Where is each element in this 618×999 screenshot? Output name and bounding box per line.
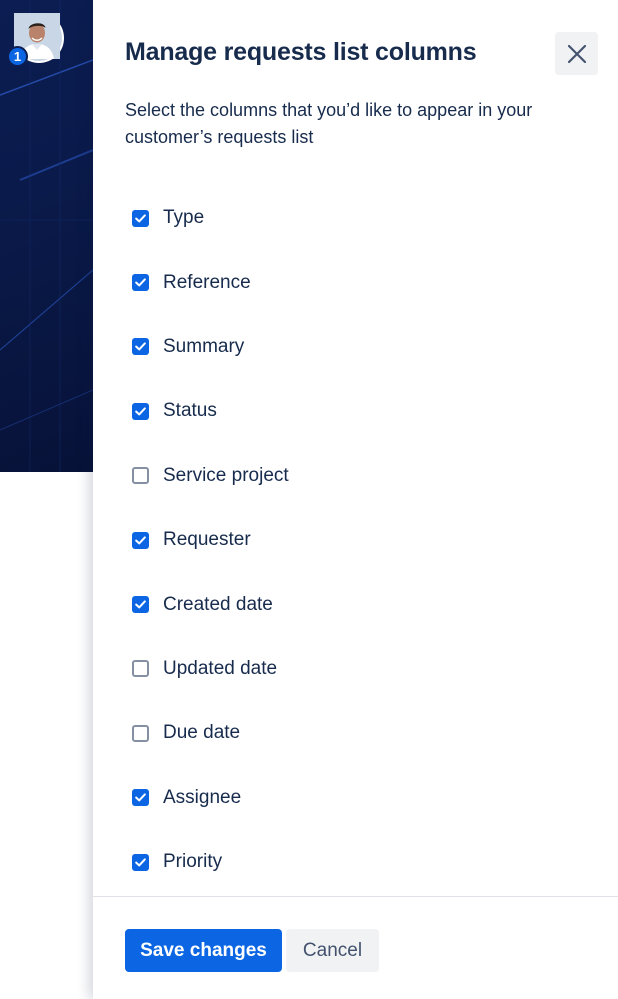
save-changes-button[interactable]: Save changes <box>125 929 282 972</box>
checkmark-icon <box>135 600 146 609</box>
column-option[interactable]: Created date <box>132 572 289 636</box>
checkbox-checked[interactable] <box>132 789 149 807</box>
column-option[interactable]: Due date <box>132 701 289 765</box>
column-checkbox-list: Type Reference Summary Status Service projec… <box>132 186 289 894</box>
checkbox-checked[interactable] <box>132 209 149 227</box>
drawer-title: Manage requests list columns <box>125 38 477 66</box>
checkbox-checked[interactable] <box>132 853 149 871</box>
checkbox-unchecked[interactable] <box>132 467 149 485</box>
checkmark-icon <box>135 278 146 287</box>
column-label: Status <box>163 400 217 422</box>
footer-divider <box>93 896 618 897</box>
column-label: Created date <box>163 593 273 615</box>
column-label: Due date <box>163 722 241 744</box>
column-label: Reference <box>163 271 251 293</box>
checkbox-checked[interactable] <box>132 596 149 614</box>
close-icon <box>567 44 586 63</box>
column-label: Priority <box>163 851 223 873</box>
user-avatar-button[interactable]: 1 <box>7 13 64 67</box>
column-option[interactable]: Summary <box>132 315 289 379</box>
column-label: Requester <box>163 529 251 551</box>
notification-badge: 1 <box>7 46 28 67</box>
close-button[interactable] <box>555 32 598 75</box>
column-option[interactable]: Assignee <box>132 766 289 830</box>
checkbox-checked[interactable] <box>132 402 149 420</box>
checkmark-icon <box>135 214 146 223</box>
background-panel: 1 <box>0 0 93 472</box>
column-label: Summary <box>163 335 245 357</box>
checkbox-checked[interactable] <box>132 531 149 549</box>
manage-columns-drawer: Manage requests list columns Select the … <box>93 0 618 999</box>
checkbox-unchecked[interactable] <box>132 660 149 678</box>
checkmark-icon <box>135 793 146 802</box>
drawer-description: Select the columns that you’d like to ap… <box>125 100 533 147</box>
checkmark-icon <box>135 407 146 416</box>
column-label: Service project <box>163 464 289 486</box>
checkbox-unchecked[interactable] <box>132 724 149 742</box>
checkbox-checked[interactable] <box>132 338 149 356</box>
column-label: Assignee <box>163 786 242 808</box>
column-option[interactable]: Status <box>132 379 289 443</box>
checkmark-icon <box>135 536 146 545</box>
background-panel-lower <box>0 472 93 999</box>
column-option[interactable]: Updated date <box>132 637 289 701</box>
column-label: Updated date <box>163 657 278 679</box>
cancel-button[interactable]: Cancel <box>286 929 379 972</box>
column-option[interactable]: Type <box>132 186 289 250</box>
column-label: Type <box>163 207 205 229</box>
background-lines <box>0 0 93 472</box>
checkmark-icon <box>135 342 146 351</box>
column-option[interactable]: Priority <box>132 830 289 894</box>
column-option[interactable]: Service project <box>132 444 289 508</box>
checkbox-checked[interactable] <box>132 274 149 292</box>
checkmark-icon <box>135 857 146 866</box>
column-option[interactable]: Reference <box>132 250 289 314</box>
column-option[interactable]: Requester <box>132 508 289 572</box>
